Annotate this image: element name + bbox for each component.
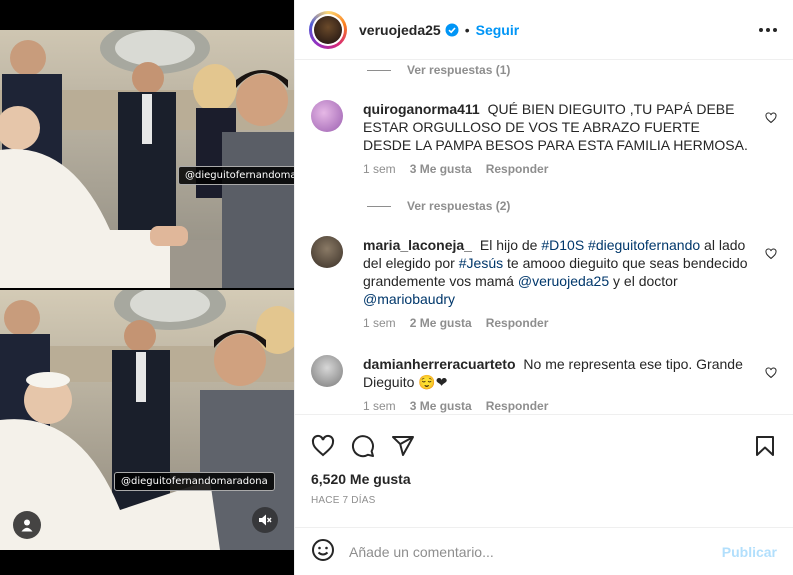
- verified-badge-icon: [445, 23, 459, 37]
- hashtag-link[interactable]: #Jesús: [459, 255, 503, 271]
- smiley-icon[interactable]: [311, 538, 335, 565]
- comment-likes[interactable]: 3 Me gusta: [410, 162, 472, 176]
- comment-item: quiroganorma411 QUÉ BIEN DIEGUITO ,TU PA…: [311, 100, 777, 176]
- comment-time[interactable]: 1 sem: [363, 316, 396, 330]
- comment-input[interactable]: [349, 543, 722, 560]
- comments-list[interactable]: Ver respuestas (1) quiroganorma411 QUÉ B…: [295, 61, 793, 413]
- separator-dot: •: [464, 21, 470, 38]
- view-replies-button[interactable]: Ver respuestas (1): [367, 63, 510, 77]
- hashtag-link[interactable]: #dieguitofernando: [588, 237, 700, 253]
- comment-avatar[interactable]: [311, 236, 343, 268]
- post-date[interactable]: HACE 7 DÍAS: [295, 487, 793, 506]
- comment-heart-icon[interactable]: [765, 247, 777, 263]
- media-photo-bottom: [0, 290, 294, 550]
- more-dots-icon[interactable]: [759, 27, 777, 32]
- post-actions: 6,520 Me gusta HACE 7 DÍAS: [295, 414, 793, 506]
- post-username[interactable]: veruojeda25: [359, 22, 441, 38]
- post-header: veruojeda25 • Seguir: [295, 0, 793, 60]
- comment-heart-icon[interactable]: [765, 111, 777, 127]
- comment-icon[interactable]: [351, 434, 375, 458]
- media-photo-top: [0, 30, 294, 288]
- reply-button[interactable]: Responder: [486, 399, 549, 413]
- emoji-text: 😌❤: [418, 374, 448, 390]
- comment-time[interactable]: 1 sem: [363, 162, 396, 176]
- mention-link[interactable]: @mariobaudry: [363, 291, 455, 307]
- reply-button[interactable]: Responder: [486, 162, 549, 176]
- comment-item: damianherreracuarteto No me representa e…: [311, 355, 777, 413]
- comment-avatar[interactable]: [311, 100, 343, 132]
- bookmark-icon[interactable]: [753, 434, 777, 458]
- likes-count[interactable]: 6,520 Me gusta: [295, 465, 793, 487]
- comment-text-part: El hijo de: [479, 237, 542, 253]
- muted-speaker-icon[interactable]: [252, 507, 278, 533]
- publish-button[interactable]: Publicar: [722, 544, 777, 560]
- hashtag-link[interactable]: #D10S: [541, 237, 584, 253]
- comment-text-part: y el doctor: [609, 273, 678, 289]
- mention-link[interactable]: @veruojeda25: [518, 273, 609, 289]
- post-media[interactable]: @dieguitofernandomaradona: [0, 0, 294, 575]
- comment-likes[interactable]: 2 Me gusta: [410, 316, 472, 330]
- view-replies-button[interactable]: Ver respuestas (2): [367, 199, 510, 213]
- comment-username[interactable]: quiroganorma411: [363, 101, 480, 117]
- comment-composer: Publicar: [295, 527, 793, 575]
- comment-time[interactable]: 1 sem: [363, 399, 396, 413]
- paper-plane-icon[interactable]: [391, 434, 415, 458]
- comment-likes[interactable]: 3 Me gusta: [410, 399, 472, 413]
- post-detail-panel: veruojeda25 • Seguir Ver respuestas (1) …: [294, 0, 793, 575]
- comment-username[interactable]: maria_laconeja_: [363, 237, 472, 253]
- reply-button[interactable]: Responder: [486, 316, 549, 330]
- follow-button[interactable]: Seguir: [476, 22, 520, 38]
- comment-username[interactable]: damianherreracuarteto: [363, 356, 516, 372]
- media-user-tag[interactable]: @dieguitofernandomaradona: [178, 166, 294, 185]
- avatar[interactable]: [309, 10, 347, 49]
- comment-avatar[interactable]: [311, 355, 343, 387]
- user-tag-icon[interactable]: [13, 511, 41, 539]
- comment-heart-icon[interactable]: [765, 366, 777, 382]
- media-user-tag[interactable]: @dieguitofernandomaradona: [114, 472, 275, 491]
- comment-item: maria_laconeja_ El hijo de #D10S #diegui…: [311, 236, 777, 330]
- heart-icon[interactable]: [311, 434, 335, 458]
